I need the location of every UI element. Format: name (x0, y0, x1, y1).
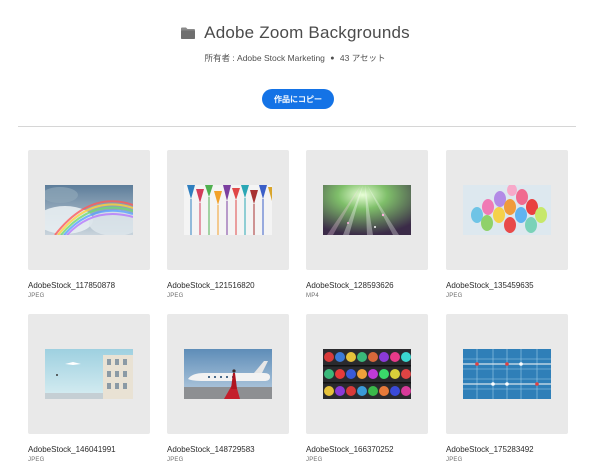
asset-name[interactable]: AdobeStock_175283492 (446, 445, 568, 454)
asset-type: JPEG (446, 293, 463, 299)
asset-count: 43 アセット (339, 53, 386, 63)
asset-name[interactable]: AdobeStock_121516820 (167, 281, 289, 290)
asset-thumbnail[interactable] (446, 150, 568, 270)
asset-name[interactable]: AdobeStock_128593626 (306, 281, 428, 290)
asset-type: JPEG (306, 457, 323, 463)
asset-thumbnail[interactable] (446, 314, 568, 434)
asset-type: JPEG (446, 457, 463, 463)
asset-name[interactable]: AdobeStock_146041991 (28, 445, 150, 454)
foosball-table-image (463, 349, 551, 399)
colored-eggs-image (463, 185, 551, 235)
light-rays-image (323, 185, 411, 235)
copy-to-work-button[interactable]: 作品にコピー (262, 89, 334, 109)
separator-dot: ● (330, 55, 335, 62)
asset-card[interactable]: AdobeStock_175283492 JPEG (446, 314, 568, 463)
asset-card[interactable]: AdobeStock_166370252 JPEG (306, 314, 428, 463)
asset-card[interactable]: AdobeStock_148729583 JPEG (167, 314, 289, 463)
asset-type: MP4 (306, 293, 319, 299)
asset-card[interactable]: AdobeStock_146041991 JPEG (28, 314, 150, 463)
sky-buildings-image (45, 349, 133, 399)
asset-card[interactable]: AdobeStock_128593626 MP4 (306, 150, 428, 299)
collection-page: Adobe Zoom Backgrounds 所有者 : Adobe Stock… (0, 0, 590, 474)
asset-thumbnail[interactable] (306, 150, 428, 270)
asset-type: JPEG (28, 457, 45, 463)
rainbow-clouds-image (45, 185, 133, 235)
asset-card[interactable]: AdobeStock_121516820 JPEG (167, 150, 289, 299)
asset-name[interactable]: AdobeStock_166370252 (306, 445, 428, 454)
collection-meta: 所有者 : Adobe Stock Marketing ● 43 アセット (0, 52, 590, 64)
asset-card[interactable]: AdobeStock_117850878 JPEG (28, 150, 150, 299)
title-row: Adobe Zoom Backgrounds (0, 20, 590, 46)
asset-type: JPEG (167, 293, 184, 299)
asset-thumbnail[interactable] (28, 314, 150, 434)
asset-thumbnail[interactable] (306, 314, 428, 434)
asset-thumbnail[interactable] (167, 150, 289, 270)
asset-name[interactable]: AdobeStock_148729583 (167, 445, 289, 454)
asset-name[interactable]: AdobeStock_117850878 (28, 281, 150, 290)
folder-icon (181, 27, 196, 39)
asset-type: JPEG (28, 293, 45, 299)
owner-label: 所有者 : Adobe Stock Marketing (204, 53, 325, 63)
asset-thumbnail[interactable] (167, 314, 289, 434)
asset-card[interactable]: AdobeStock_135459635 JPEG (446, 150, 568, 299)
airplane-red-carpet-image (184, 349, 272, 399)
asset-type: JPEG (167, 457, 184, 463)
asset-name[interactable]: AdobeStock_135459635 (446, 281, 568, 290)
bowling-balls-image (323, 349, 411, 399)
divider (18, 126, 576, 127)
page-title: Adobe Zoom Backgrounds (204, 23, 410, 42)
wine-glasses-image (184, 185, 272, 235)
asset-thumbnail[interactable] (28, 150, 150, 270)
